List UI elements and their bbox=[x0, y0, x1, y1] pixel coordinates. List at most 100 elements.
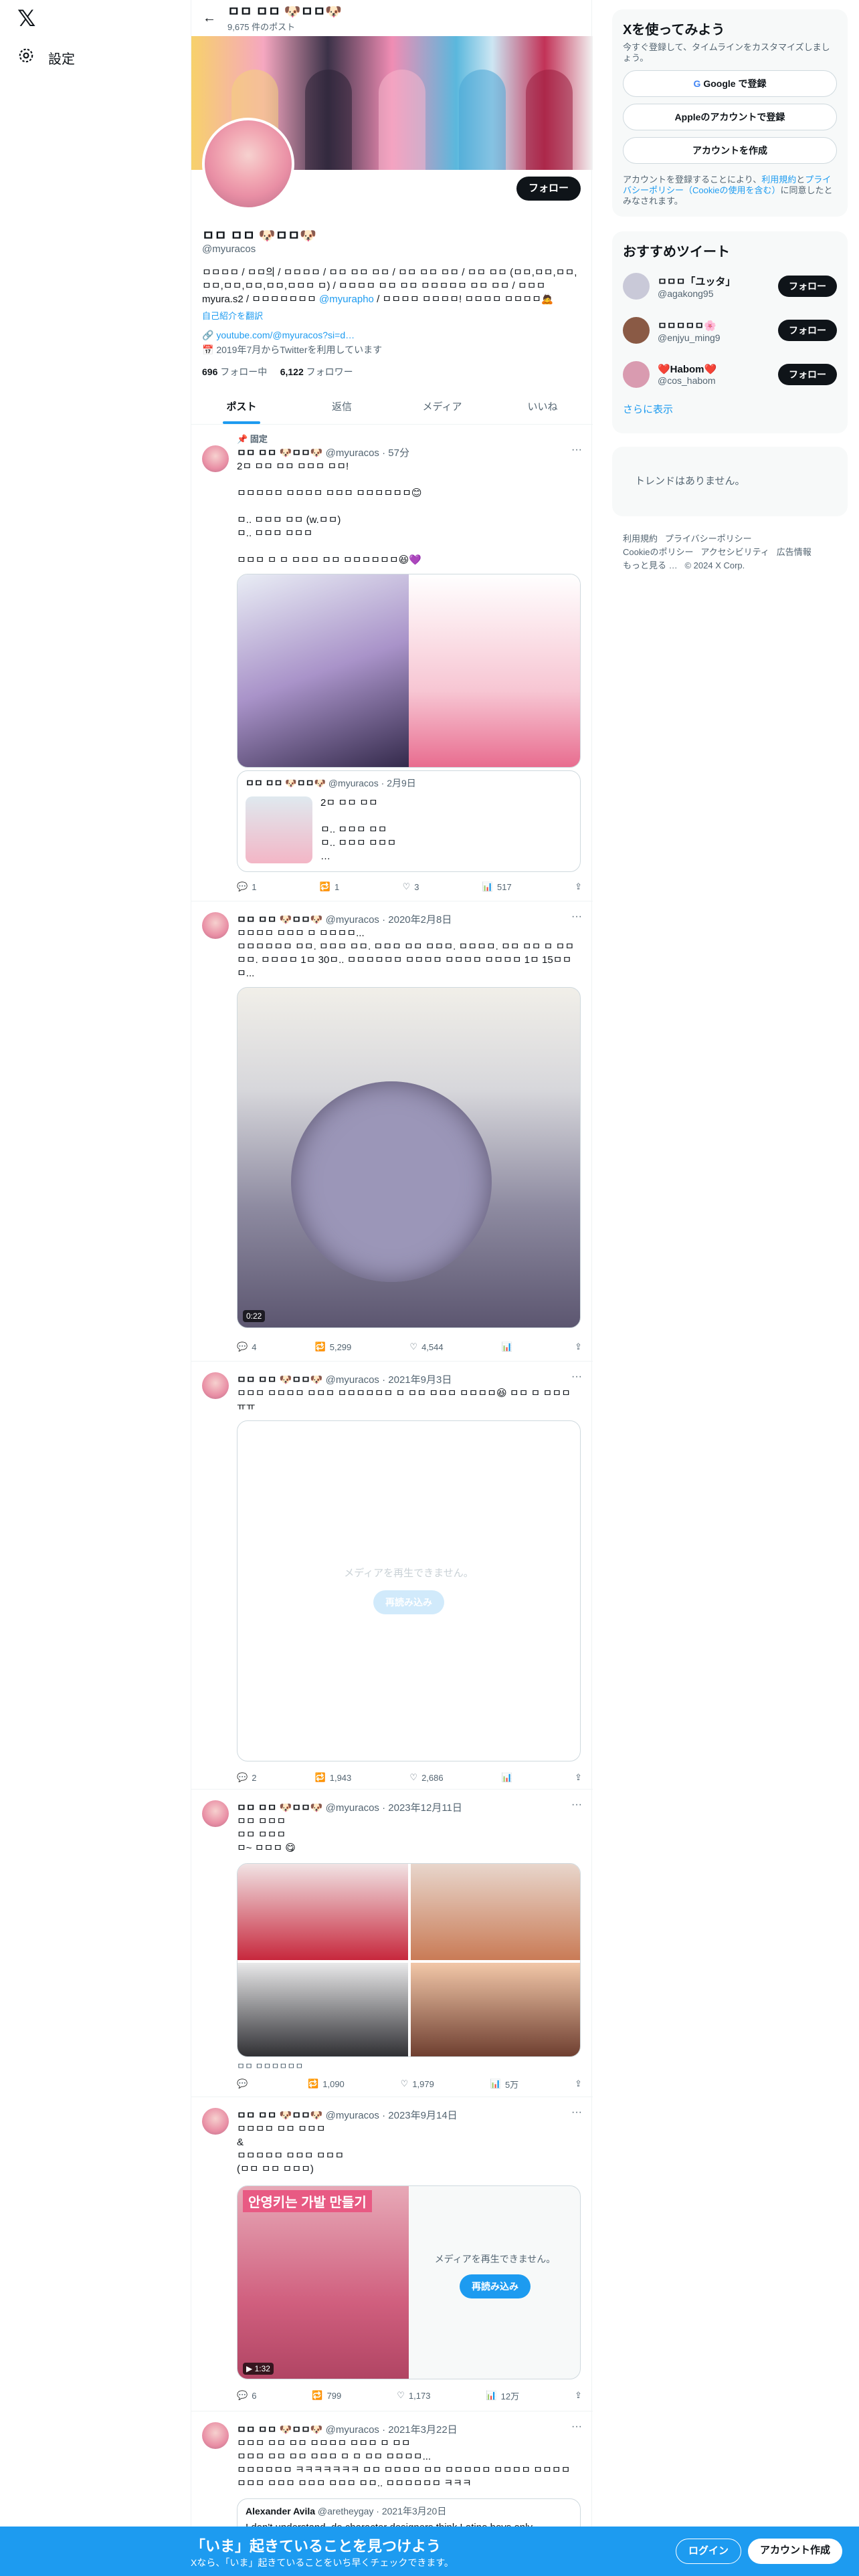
footer-link[interactable]: Cookieのポリシー bbox=[623, 547, 693, 557]
tweet-avatar[interactable] bbox=[202, 1372, 229, 1399]
main-column: ← ㅁㅁ ㅁㅁ 🐶ㅁㅁ🐶 9,675 件のポスト フォロー ㅁㅁ ㅁㅁ 🐶ㅁㅁ🐶… bbox=[191, 0, 593, 2576]
tab-replies[interactable]: 返信 bbox=[292, 389, 392, 424]
tweet[interactable]: ㅁㅁ ㅁㅁ 🐶ㅁㅁ🐶 @myuracos · 2020年2月8日 ··· ㅁㅁㅁ… bbox=[191, 901, 593, 1362]
reply-button[interactable]: 💬 2 bbox=[237, 1771, 256, 1784]
tweet[interactable]: ㅁㅁ ㅁㅁ 🐶ㅁㅁ🐶 @myuracos · 2021年9月3日 ··· ㅁㅁㅁ… bbox=[191, 1362, 593, 1790]
video-duration: 0:22 bbox=[243, 1310, 266, 1322]
reco-user[interactable]: ❤️Habom❤️ @cos_habom フォロー bbox=[623, 352, 837, 397]
views-button[interactable]: 📊 bbox=[502, 1340, 516, 1354]
tab-posts[interactable]: ポスト bbox=[191, 389, 292, 424]
retweet-button[interactable]: 🔁 5,299 bbox=[315, 1340, 352, 1354]
terms-link[interactable]: 利用規約 bbox=[761, 175, 796, 185]
tweet-video[interactable]: 0:22 bbox=[237, 987, 581, 1328]
create-account-button[interactable]: アカウントを作成 bbox=[623, 137, 837, 164]
quote-text: 2ㅁ ㅁㅁ ㅁㅁ ㅁ.. ㅁㅁㅁ ㅁㅁ ㅁ.. ㅁㅁㅁ ㅁㅁㅁ … bbox=[320, 797, 397, 862]
nav-settings-label: 設定 bbox=[48, 51, 75, 67]
like-button[interactable]: ♡ 3 bbox=[403, 880, 419, 893]
tweet-video-unavailable[interactable]: メディアを再生できません。 再読み込み bbox=[237, 1420, 581, 1761]
tweet-avatar[interactable] bbox=[202, 912, 229, 939]
more-icon[interactable]: ··· bbox=[571, 911, 582, 923]
translate-bio-link[interactable]: 自己紹介を翻訳 bbox=[202, 309, 263, 322]
reco-follow-button[interactable]: フォロー bbox=[778, 320, 837, 341]
tweet-header: ㅁㅁ ㅁㅁ 🐶ㅁㅁ🐶 @myuracos · 2023年12月11日 bbox=[237, 1802, 462, 1814]
x-logo[interactable]: 𝕏 bbox=[17, 7, 41, 31]
profile-avatar[interactable] bbox=[202, 118, 294, 210]
tweet[interactable]: 📌 固定 ㅁㅁ ㅁㅁ 🐶ㅁㅁ🐶 @myuracos · 57分 ··· 2ㅁ ㅁ… bbox=[191, 425, 593, 901]
reco-user[interactable]: ㅁㅁㅁㅁㅁ🌸 @enjyu_ming9 フォロー bbox=[623, 308, 837, 352]
like-button[interactable]: ♡ 1,173 bbox=[397, 2389, 430, 2402]
tweet-avatar[interactable] bbox=[202, 2108, 229, 2135]
profile-joined: 2019年7月からTwitterを利用しています bbox=[216, 344, 383, 355]
nav-settings[interactable]: 設定 bbox=[17, 47, 75, 68]
reply-button[interactable]: 💬 bbox=[237, 2077, 252, 2090]
reco-follow-button[interactable]: フォロー bbox=[778, 364, 837, 385]
video-duration: ▶ 1:32 bbox=[243, 2363, 274, 2375]
bio-mention-link[interactable]: @myurapho bbox=[319, 294, 374, 305]
views-button[interactable]: 📊 12万 bbox=[486, 2389, 519, 2402]
tweet-actions: 💬 🔁 1,090 ♡ 1,979 📊 5万 ⇪ bbox=[237, 2077, 582, 2090]
retweet-button[interactable]: 🔁 1,943 bbox=[315, 1771, 352, 1784]
trends-card: トレンドはありません。 bbox=[612, 447, 848, 516]
like-button[interactable]: ♡ 1,979 bbox=[401, 2077, 434, 2090]
tweet[interactable]: ㅁㅁ ㅁㅁ 🐶ㅁㅁ🐶 @myuracos · 2023年12月11日 ··· ㅁ… bbox=[191, 1790, 593, 2097]
footer-link[interactable]: プライバシーポリシー bbox=[665, 534, 752, 544]
reply-button[interactable]: 💬 1 bbox=[237, 880, 256, 893]
profile-website-link[interactable]: youtube.com/@myuracos?si=d… bbox=[216, 330, 355, 340]
share-icon[interactable]: ⇪ bbox=[575, 2077, 582, 2090]
more-icon[interactable]: ··· bbox=[571, 2107, 582, 2119]
quote-tweet[interactable]: ㅁㅁ ㅁㅁ 🐶ㅁㅁ🐶 @myuracos · 2月9日 2ㅁ ㅁㅁ ㅁㅁ ㅁ..… bbox=[237, 770, 581, 872]
share-icon[interactable]: ⇪ bbox=[575, 2389, 582, 2402]
header-name: ㅁㅁ ㅁㅁ 🐶ㅁㅁ🐶 bbox=[227, 4, 343, 19]
reply-button[interactable]: 💬 4 bbox=[237, 1340, 256, 1354]
more-icon[interactable]: ··· bbox=[571, 444, 582, 456]
footer-link[interactable]: アクセシビリティ bbox=[700, 547, 769, 557]
like-button[interactable]: ♡ 2,686 bbox=[409, 1771, 443, 1784]
views-button[interactable]: 📊 5万 bbox=[490, 2077, 518, 2090]
signup-subtitle: 今すぐ登録して、タイムラインをカスタマイズしましょう。 bbox=[623, 42, 830, 63]
tweet-actions: 💬 6 🔁 799 ♡ 1,173 📊 12万 ⇪ bbox=[237, 2389, 582, 2402]
show-more-link[interactable]: さらに表示 bbox=[623, 402, 837, 416]
more-icon[interactable]: ··· bbox=[571, 2421, 582, 2433]
share-icon[interactable]: ⇪ bbox=[575, 1340, 582, 1354]
reco-user[interactable]: ㅁㅁㅁ「ユッタ」 @agakong95 フォロー bbox=[623, 264, 837, 308]
tweet-avatar[interactable] bbox=[202, 445, 229, 472]
more-icon[interactable]: ··· bbox=[571, 1799, 582, 1811]
like-button[interactable]: ♡ 4,544 bbox=[409, 1340, 443, 1354]
profile-tabs: ポスト 返信 メディア いいね bbox=[191, 389, 593, 425]
following-link[interactable]: 696 フォロー中 bbox=[202, 366, 267, 377]
followers-link[interactable]: 6,122 フォロワー bbox=[280, 366, 353, 377]
tweet-video-pair[interactable]: 안영키는 가발 만들기 ▶ 1:32 メディアを再生できません。 再読み込み bbox=[237, 2185, 581, 2379]
views-button[interactable]: 📊 517 bbox=[482, 880, 512, 893]
apple-signup-button[interactable]: Appleのアカウントで登録 bbox=[623, 104, 837, 130]
tweet-header: ㅁㅁ ㅁㅁ 🐶ㅁㅁ🐶 @myuracos · 2020年2月8日 bbox=[237, 914, 452, 926]
share-icon[interactable]: ⇪ bbox=[575, 880, 582, 893]
google-signup-button[interactable]: G Google で登録 bbox=[623, 70, 837, 97]
tweet[interactable]: ㅁㅁ ㅁㅁ 🐶ㅁㅁ🐶 @myuracos · 2023年9月14日 ··· ㅁㅁ… bbox=[191, 2097, 593, 2411]
login-button[interactable]: ログイン bbox=[676, 2539, 742, 2564]
share-icon[interactable]: ⇪ bbox=[575, 1771, 582, 1784]
footer-link[interactable]: 広告情報 bbox=[777, 547, 812, 557]
tweet-text: ㅁㅁ ㅁㅁㅁ ㅁㅁ ㅁㅁㅁ ㅁ~ ㅁㅁㅁ 😋 bbox=[237, 1816, 296, 1854]
reload-button[interactable]: 再読み込み bbox=[373, 1590, 444, 1614]
retweet-button[interactable]: 🔁 1,090 bbox=[308, 2077, 345, 2090]
tab-likes[interactable]: いいね bbox=[492, 389, 593, 424]
tweet-image-grid[interactable] bbox=[237, 1863, 581, 2057]
back-arrow-icon[interactable]: ← bbox=[191, 11, 227, 26]
reco-follow-button[interactable]: フォロー bbox=[778, 276, 837, 297]
tab-media[interactable]: メディア bbox=[392, 389, 492, 424]
tweet-avatar[interactable] bbox=[202, 1800, 229, 1827]
footer-link[interactable]: 利用規約 bbox=[623, 534, 658, 544]
reco-avatar bbox=[623, 273, 650, 300]
retweet-button[interactable]: 🔁 799 bbox=[312, 2389, 341, 2402]
views-button[interactable]: 📊 bbox=[502, 1771, 516, 1784]
reload-button[interactable]: 再読み込み bbox=[460, 2274, 531, 2298]
signup-button[interactable]: アカウント作成 bbox=[748, 2539, 843, 2564]
tweet-avatar[interactable] bbox=[202, 2422, 229, 2449]
footer-link[interactable]: もっと見る … bbox=[623, 560, 678, 570]
reply-button[interactable]: 💬 6 bbox=[237, 2389, 256, 2402]
tweet-image[interactable] bbox=[237, 574, 581, 768]
more-icon[interactable]: ··· bbox=[571, 1371, 582, 1383]
follow-button[interactable]: フォロー bbox=[516, 177, 581, 201]
media-unavailable-text: メディアを再生できません。 bbox=[434, 2254, 556, 2264]
retweet-button[interactable]: 🔁 1 bbox=[320, 880, 339, 893]
